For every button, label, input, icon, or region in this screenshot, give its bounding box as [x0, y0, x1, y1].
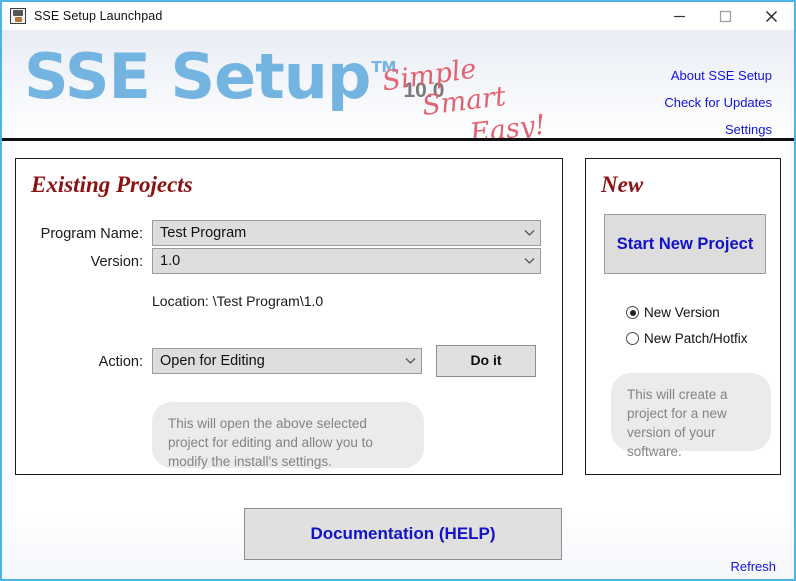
- close-icon: [765, 10, 777, 22]
- header-links: About SSE Setup Check for Updates Settin…: [664, 68, 772, 137]
- app-window: SSE Setup Launchpad SSE Setup TM 10.0 Si…: [0, 0, 796, 581]
- tagline-line-3: Easy!: [468, 109, 548, 140]
- existing-projects-title: Existing Projects: [31, 172, 193, 197]
- documentation-help-button[interactable]: Documentation (HELP): [244, 508, 562, 560]
- program-name-label: Program Name:: [40, 226, 143, 242]
- link-about-sse-setup[interactable]: About SSE Setup: [664, 68, 772, 83]
- app-version: 10.0: [403, 79, 445, 102]
- start-new-project-button[interactable]: Start New Project: [604, 214, 766, 274]
- project-location: Location: \Test Program\1.0: [152, 293, 324, 309]
- radio-unselected-icon: [626, 332, 639, 345]
- refresh-link[interactable]: Refresh: [730, 559, 776, 574]
- link-check-for-updates[interactable]: Check for Updates: [664, 95, 772, 110]
- app-logo: SSE Setup TM 10.0: [24, 46, 444, 108]
- chevron-down-icon: [403, 354, 417, 368]
- version-select[interactable]: 1.0: [152, 248, 541, 274]
- action-value: Open for Editing: [160, 353, 265, 369]
- app-header: SSE Setup TM 10.0 Simple Smart Easy! Abo…: [2, 30, 794, 140]
- action-select[interactable]: Open for Editing: [152, 348, 422, 374]
- close-button[interactable]: [748, 2, 794, 30]
- maximize-icon: [719, 10, 731, 22]
- new-project-hint: This will create a project for a new ver…: [611, 373, 771, 459]
- radio-new-version-label: New Version: [644, 305, 720, 320]
- window-controls: [656, 2, 794, 30]
- do-it-button[interactable]: Do it: [436, 345, 536, 377]
- version-label: Version:: [90, 254, 143, 270]
- minimize-button[interactable]: [656, 2, 702, 30]
- trademark-mark: TM: [371, 58, 397, 76]
- app-icon: [10, 8, 26, 24]
- logo-text: SSE Setup: [24, 40, 371, 113]
- version-value: 1.0: [160, 253, 181, 269]
- minimize-icon: [673, 15, 685, 17]
- title-bar: SSE Setup Launchpad: [2, 2, 794, 30]
- radio-new-patch-hotfix[interactable]: New Patch/Hotfix: [626, 331, 748, 346]
- program-name-value: Test Program: [160, 225, 247, 241]
- program-name-select[interactable]: Test Program: [152, 220, 541, 246]
- chevron-down-icon: [522, 226, 536, 240]
- radio-new-version[interactable]: New Version: [626, 305, 720, 320]
- new-project-panel: New Start New Project New Version New Pa…: [585, 158, 781, 475]
- chevron-down-icon: [522, 254, 536, 268]
- radio-selected-icon: [626, 306, 639, 319]
- link-settings[interactable]: Settings: [664, 122, 772, 137]
- existing-projects-panel: Existing Projects Program Name: Test Pro…: [15, 158, 563, 475]
- new-panel-title: New: [601, 172, 644, 197]
- existing-action-hint: This will open the above selected projec…: [152, 402, 424, 469]
- main-content: Existing Projects Program Name: Test Pro…: [2, 141, 794, 579]
- radio-new-patch-label: New Patch/Hotfix: [644, 331, 748, 346]
- action-label: Action:: [98, 354, 143, 370]
- window-title: SSE Setup Launchpad: [34, 9, 163, 23]
- maximize-button[interactable]: [702, 2, 748, 30]
